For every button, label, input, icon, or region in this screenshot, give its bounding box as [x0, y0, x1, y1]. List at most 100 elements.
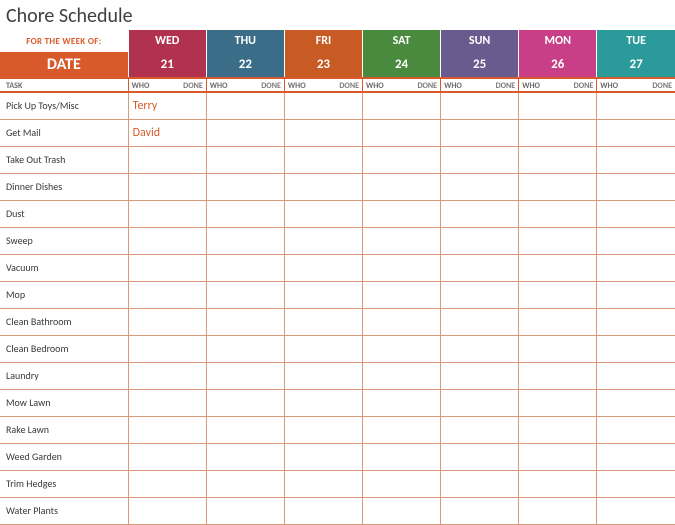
done-cell[interactable]: [175, 173, 206, 200]
who-cell[interactable]: [597, 470, 644, 497]
done-cell[interactable]: [410, 254, 441, 281]
who-cell[interactable]: [362, 362, 409, 389]
done-cell[interactable]: [175, 443, 206, 470]
done-cell[interactable]: [331, 227, 362, 254]
done-cell[interactable]: [644, 200, 675, 227]
who-cell[interactable]: [128, 281, 175, 308]
done-cell[interactable]: [566, 362, 597, 389]
who-cell[interactable]: [206, 335, 253, 362]
who-cell[interactable]: [441, 443, 488, 470]
who-cell[interactable]: [206, 119, 253, 146]
who-cell[interactable]: [284, 146, 331, 173]
done-cell[interactable]: [566, 200, 597, 227]
done-cell[interactable]: [331, 119, 362, 146]
done-cell[interactable]: [488, 92, 519, 119]
done-cell[interactable]: [331, 443, 362, 470]
who-cell[interactable]: [441, 335, 488, 362]
done-cell[interactable]: [488, 308, 519, 335]
done-cell[interactable]: [488, 389, 519, 416]
done-cell[interactable]: [488, 470, 519, 497]
who-cell[interactable]: [128, 200, 175, 227]
who-cell[interactable]: [597, 335, 644, 362]
who-cell[interactable]: [519, 416, 566, 443]
who-cell[interactable]: [519, 254, 566, 281]
who-cell[interactable]: [441, 227, 488, 254]
done-cell[interactable]: [331, 470, 362, 497]
done-cell[interactable]: [410, 335, 441, 362]
done-cell[interactable]: [410, 443, 441, 470]
done-cell[interactable]: [253, 227, 284, 254]
who-cell[interactable]: [519, 362, 566, 389]
done-cell[interactable]: [410, 362, 441, 389]
done-cell[interactable]: [410, 200, 441, 227]
done-cell[interactable]: [644, 335, 675, 362]
done-cell[interactable]: [644, 119, 675, 146]
done-cell[interactable]: [175, 281, 206, 308]
done-cell[interactable]: [488, 146, 519, 173]
done-cell[interactable]: [644, 443, 675, 470]
done-cell[interactable]: [566, 335, 597, 362]
who-cell[interactable]: [597, 362, 644, 389]
who-cell[interactable]: [128, 254, 175, 281]
who-cell[interactable]: [206, 443, 253, 470]
done-cell[interactable]: [488, 362, 519, 389]
who-cell[interactable]: [128, 173, 175, 200]
who-cell[interactable]: [441, 389, 488, 416]
who-cell[interactable]: [362, 416, 409, 443]
who-cell[interactable]: [206, 470, 253, 497]
who-cell[interactable]: [284, 254, 331, 281]
done-cell[interactable]: [331, 308, 362, 335]
who-cell[interactable]: [441, 470, 488, 497]
done-cell[interactable]: [410, 308, 441, 335]
done-cell[interactable]: [175, 200, 206, 227]
who-cell[interactable]: [362, 254, 409, 281]
done-cell[interactable]: [644, 362, 675, 389]
who-cell[interactable]: [597, 443, 644, 470]
who-cell[interactable]: [284, 443, 331, 470]
done-cell[interactable]: [331, 362, 362, 389]
who-cell[interactable]: [362, 443, 409, 470]
who-cell[interactable]: [284, 92, 331, 119]
done-cell[interactable]: [175, 389, 206, 416]
who-cell[interactable]: [441, 254, 488, 281]
done-cell[interactable]: [644, 92, 675, 119]
who-cell[interactable]: [206, 362, 253, 389]
who-cell[interactable]: [519, 389, 566, 416]
who-cell[interactable]: [597, 227, 644, 254]
done-cell[interactable]: [410, 281, 441, 308]
who-cell[interactable]: [441, 308, 488, 335]
done-cell[interactable]: [253, 389, 284, 416]
done-cell[interactable]: [410, 92, 441, 119]
done-cell[interactable]: [253, 281, 284, 308]
done-cell[interactable]: [331, 200, 362, 227]
who-cell[interactable]: [441, 362, 488, 389]
done-cell[interactable]: [331, 416, 362, 443]
done-cell[interactable]: [644, 308, 675, 335]
done-cell[interactable]: [331, 92, 362, 119]
who-cell[interactable]: [597, 119, 644, 146]
done-cell[interactable]: [566, 308, 597, 335]
done-cell[interactable]: [253, 416, 284, 443]
done-cell[interactable]: [253, 92, 284, 119]
done-cell[interactable]: [175, 335, 206, 362]
done-cell[interactable]: [410, 227, 441, 254]
who-cell[interactable]: [206, 200, 253, 227]
who-cell[interactable]: [597, 173, 644, 200]
done-cell[interactable]: [253, 173, 284, 200]
done-cell[interactable]: [253, 254, 284, 281]
done-cell[interactable]: [253, 146, 284, 173]
who-cell[interactable]: [206, 173, 253, 200]
done-cell[interactable]: [566, 227, 597, 254]
who-cell[interactable]: [128, 389, 175, 416]
done-cell[interactable]: [488, 119, 519, 146]
done-cell[interactable]: [410, 470, 441, 497]
who-cell[interactable]: [362, 173, 409, 200]
who-cell[interactable]: [284, 335, 331, 362]
who-cell[interactable]: [362, 146, 409, 173]
who-cell[interactable]: [284, 200, 331, 227]
done-cell[interactable]: [175, 146, 206, 173]
who-cell[interactable]: [206, 416, 253, 443]
who-cell[interactable]: [441, 200, 488, 227]
who-cell[interactable]: [519, 200, 566, 227]
done-cell[interactable]: [175, 416, 206, 443]
